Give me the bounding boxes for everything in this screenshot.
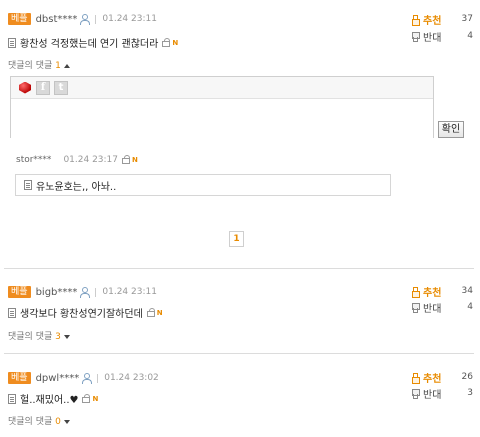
replies-toggle[interactable]: 댓글의 댓글 1 — [8, 58, 70, 71]
recommend-button[interactable]: 추천 34 — [411, 285, 473, 299]
thumbs-down-icon — [411, 31, 420, 42]
reply-author[interactable]: stor**** — [16, 155, 51, 165]
comment-header: 베플 dbst**** 01.24 23:11 — [8, 12, 157, 26]
replies-label: 댓글의 댓글 — [8, 332, 53, 342]
share-toolbar: f t — [11, 77, 433, 99]
comment-date: 01.24 23:11 — [102, 14, 157, 24]
vote-box: 추천 37 반대 4 — [411, 13, 473, 44]
divider-bar — [97, 373, 99, 383]
lock-icon — [122, 155, 130, 164]
document-icon — [8, 307, 16, 318]
best-badge: 베플 — [8, 13, 31, 25]
recommend-button[interactable]: 추천 26 — [411, 371, 473, 385]
recommend-count: 26 — [461, 372, 473, 382]
comment-text: 생각보다 황찬성연기잘하던데 — [20, 309, 143, 320]
person-icon[interactable] — [82, 373, 93, 384]
comment-text: 헐..재밌어..♥ — [20, 395, 79, 406]
thumbs-up-icon — [411, 372, 420, 384]
replies-toggle[interactable]: 댓글의 댓글 0 — [8, 414, 70, 427]
comment-item: 베플 dpwl**** 01.24 23:02 추천 26 반대 3 헐..재밌… — [0, 371, 480, 431]
caret-down-icon — [63, 334, 70, 339]
caret-down-icon — [63, 419, 70, 424]
oppose-button[interactable]: 반대 4 — [411, 301, 473, 315]
reply-textarea[interactable] — [11, 99, 433, 138]
document-icon — [8, 37, 16, 48]
vote-box: 추천 34 반대 4 — [411, 285, 473, 315]
replies-toggle[interactable]: 댓글의 댓글 3 — [8, 329, 70, 342]
thumbs-up-icon — [411, 14, 420, 26]
recommend-label: 추천 — [423, 287, 442, 299]
comment-header: 베플 dpwl**** 01.24 23:02 — [8, 371, 159, 385]
comment-author[interactable]: bigb**** — [36, 287, 78, 298]
red-gem-icon[interactable] — [18, 81, 32, 95]
recommend-count: 34 — [461, 286, 473, 296]
new-mark: N — [92, 394, 99, 403]
divider — [4, 353, 474, 354]
replies-label: 댓글의 댓글 — [8, 417, 53, 427]
recommend-label: 추천 — [423, 373, 442, 385]
lock-icon — [146, 307, 155, 317]
best-badge: 베플 — [8, 372, 31, 384]
recommend-count: 37 — [461, 14, 473, 24]
document-icon — [8, 393, 16, 404]
twitter-icon[interactable]: t — [54, 80, 68, 95]
oppose-label: 반대 — [423, 389, 442, 401]
oppose-label: 반대 — [423, 32, 442, 44]
divider-bar — [95, 287, 97, 297]
document-icon — [24, 180, 32, 190]
reply-item: 유노윤호는,, 아놔.. — [15, 174, 391, 196]
recommend-label: 추천 — [423, 15, 442, 27]
best-badge: 베플 — [8, 286, 31, 298]
oppose-button[interactable]: 반대 4 — [411, 30, 473, 44]
new-mark: N — [132, 156, 138, 164]
oppose-label: 반대 — [423, 303, 442, 315]
reply-editor: f t — [10, 76, 434, 138]
vote-box: 추천 26 반대 3 — [411, 371, 473, 401]
person-icon[interactable] — [80, 14, 91, 25]
reply-header: stor**** 01.24 23:17 N — [16, 155, 138, 165]
thumbs-down-icon — [411, 302, 420, 313]
submit-reply-button[interactable]: 확인 — [438, 121, 464, 138]
new-mark: N — [172, 38, 179, 47]
oppose-count: 4 — [467, 31, 473, 41]
comment-text: 황찬성 걱정했는데 연기 괜찮더라 — [20, 39, 159, 50]
thumbs-up-icon — [411, 286, 420, 298]
replies-count: 0 — [55, 417, 61, 427]
oppose-count: 4 — [467, 302, 473, 312]
facebook-icon[interactable]: f — [36, 80, 50, 95]
divider-bar — [95, 14, 97, 24]
comment-body: 황찬성 걱정했는데 연기 괜찮더라 N — [8, 35, 178, 50]
comment-item: 베플 bigb**** 01.24 23:11 추천 34 반대 4 생각보다 … — [0, 285, 480, 345]
new-mark: N — [156, 308, 163, 317]
comment-body: 생각보다 황찬성연기잘하던데 N — [8, 305, 163, 320]
thumbs-down-icon — [411, 388, 420, 399]
replies-count: 1 — [55, 61, 61, 71]
reply-date: 01.24 23:17 — [63, 155, 118, 165]
comment-author[interactable]: dpwl**** — [36, 373, 80, 384]
person-icon[interactable] — [80, 287, 91, 298]
recommend-button[interactable]: 추천 37 — [411, 13, 473, 27]
divider — [4, 268, 474, 269]
lock-icon — [82, 393, 91, 403]
reply-text: 유노윤호는,, 아놔.. — [36, 181, 117, 193]
replies-count: 3 — [55, 332, 61, 342]
comment-author[interactable]: dbst**** — [36, 14, 78, 25]
oppose-button[interactable]: 반대 3 — [411, 387, 473, 401]
comment-body: 헐..재밌어..♥ N — [8, 391, 98, 406]
caret-up-icon — [63, 63, 70, 68]
page-button[interactable]: 1 — [229, 231, 244, 247]
comment-header: 베플 bigb**** 01.24 23:11 — [8, 285, 157, 299]
comment-date: 01.24 23:02 — [104, 373, 159, 383]
oppose-count: 3 — [467, 388, 473, 398]
lock-icon — [162, 37, 171, 47]
comment-date: 01.24 23:11 — [102, 287, 157, 297]
replies-label: 댓글의 댓글 — [8, 61, 53, 71]
